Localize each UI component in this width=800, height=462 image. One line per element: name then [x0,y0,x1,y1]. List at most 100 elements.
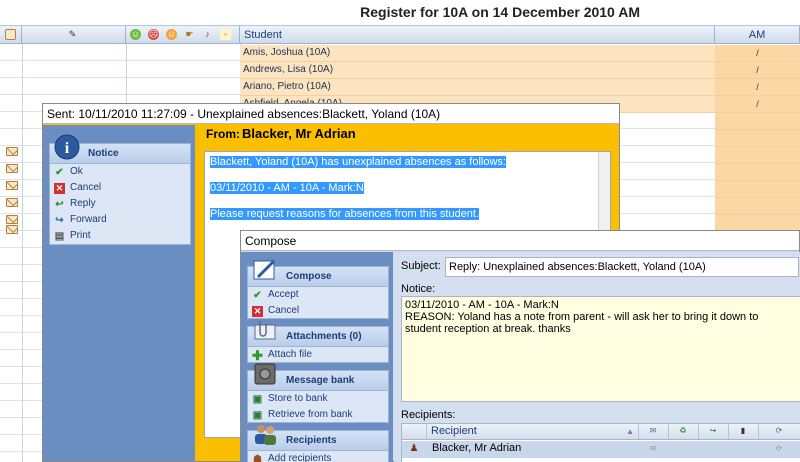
subject-field[interactable] [445,257,799,277]
recipients-panel-title: Recipients [286,435,337,446]
envelope-icon[interactable] [6,181,18,190]
envelope-icon [5,29,16,40]
compose-pen-icon [253,259,276,280]
refresh-icon: ⟳ [775,444,783,453]
cancel-icon: ✕ [252,306,263,317]
cancel-button[interactable]: ✕ Cancel [50,180,190,196]
attachments-panel-title: Attachments (0) [286,331,362,342]
notice-body-line: 03/11/2010 - AM - 10A - Mark:N [210,182,364,194]
check-icon: ✔ [253,290,262,301]
header-mark-col[interactable]: ✎ [22,26,126,44]
am-mark-cell[interactable]: / [715,45,800,62]
am-mark-cell[interactable]: / [715,62,800,79]
header-notice-col[interactable] [0,26,22,44]
recipients-panel: Recipients ☗ Add recipients [247,425,389,462]
envelope-icon[interactable] [6,225,18,234]
from-label: From: [206,127,240,141]
accept-button[interactable]: ✔ Accept [248,287,388,303]
cancel-label: Cancel [70,182,102,193]
envelope-icon: ✉ [649,444,657,453]
am-mark-cell[interactable] [715,130,800,147]
add-recipients-button[interactable]: ☗ Add recipients [248,451,388,462]
envelope-icon[interactable] [6,147,18,156]
add-recipients-label: Add recipients [268,453,332,462]
hand-icon[interactable]: ☛ [184,29,195,40]
happy-face-icon[interactable]: ☺ [130,29,141,40]
am-mark-cell[interactable]: / [715,79,800,96]
print-button[interactable]: ▤ Print [50,228,190,244]
message-bank-panel-header: Message bank [248,363,388,391]
recipients-grid: Recipient ▲ ✉ ♻ ↪ ▮ ⟳ ♟ Blacker, Mr Adri… [401,423,800,462]
recipients-panel-header: Recipients [248,425,388,451]
student-row[interactable]: Amis, Joshua (10A) [240,45,715,62]
retrieve-icon: ▣ [252,410,263,421]
cancel-icon: ✕ [54,183,65,194]
print-label: Print [70,230,91,241]
message-bank-panel: Message bank ▣ Store to bank ▣ Retrieve … [247,363,389,423]
recip-col[interactable]: ▮ [729,424,759,439]
people-icon [255,425,276,445]
header-am[interactable]: AM [715,26,800,44]
svg-text:i: i [65,140,70,157]
store-to-bank-label: Store to bank [268,393,328,404]
subject-label: Subject: [401,260,441,272]
notice-body-line: Please request reasons for absences from… [210,208,480,220]
am-mark-cell[interactable]: / [715,96,800,113]
forward-label: Forward [70,214,107,225]
retrieve-from-bank-label: Retrieve from bank [268,409,353,420]
neutral-face-icon[interactable]: ☺ [166,29,177,40]
am-mark-cell[interactable] [715,181,800,198]
recip-col[interactable]: ✉ [639,424,669,439]
compose-main: Subject: Notice: 03/11/2010 - AM - 10A -… [394,252,800,462]
person-icon: ♟ [409,443,419,454]
recipient-header-label: Recipient [431,425,477,437]
student-row[interactable]: Ariano, Pietro (10A) [240,79,715,96]
header-student[interactable]: Student [240,26,715,44]
compose-sidebar: Compose ✔ Accept ✕ Cancel Attachments (0… [241,252,393,462]
notice-window-title[interactable]: Sent: 10/11/2010 11:27:09 - Unexplained … [43,104,619,124]
compose-panel: Compose ✔ Accept ✕ Cancel [247,259,389,319]
reply-icon: ↪ [709,426,717,435]
recipient-column-header[interactable]: Recipient ▲ [427,424,639,439]
envelope-icon[interactable] [6,198,18,207]
ok-button[interactable]: ✔ Ok [50,164,190,180]
recipient-row[interactable]: ♟ Blacker, Mr Adrian ✉ ⟳ [402,441,800,458]
add-people-icon: ☗ [253,454,262,462]
store-to-bank-button[interactable]: ▣ Store to bank [248,391,388,407]
pen-icon: ✎ [68,29,77,39]
attachment-icon [254,321,276,340]
am-mark-cell[interactable] [715,198,800,215]
student-row[interactable]: Andrews, Lisa (10A) [240,62,715,79]
notice-panel: i Notice ✔ Ok ✕ Cancel ↩ Reply ↪ Forward [49,134,191,245]
register-header: ✎ ☺ ☹ ☺ ☛ ♪ ▫ Student AM [0,25,800,44]
forward-icon: ↪ [55,215,64,226]
reply-button[interactable]: ↩ Reply [50,196,190,212]
compose-panel-header: Compose [248,259,388,287]
recip-col[interactable]: ↪ [699,424,729,439]
forward-button[interactable]: ↪ Forward [50,212,190,228]
reply-label: Reply [70,198,96,209]
message-bank-panel-title: Message bank [286,375,355,386]
am-mark-cell[interactable] [715,164,800,181]
from-name: Blacker, Mr Adrian [242,126,356,141]
notice-label: Notice: [401,283,436,295]
am-mark-cell[interactable] [715,147,800,164]
note-icon[interactable]: ▫ [220,29,231,40]
compose-window-title[interactable]: Compose [241,231,799,251]
column-divider [22,44,23,462]
header-icon-cols: ☺ ☹ ☺ ☛ ♪ ▫ [126,26,240,44]
envelope-icon[interactable] [6,164,18,173]
recip-col[interactable]: ♻ [669,424,699,439]
notice-text-field[interactable]: 03/11/2010 - AM - 10A - Mark:N REASON: Y… [401,296,800,402]
music-note-icon[interactable]: ♪ [202,29,213,40]
trash-icon: ♻ [679,426,687,435]
refresh-icon: ⟳ [775,426,783,435]
am-mark-cell[interactable] [715,113,800,130]
safe-icon [254,363,276,385]
recip-col[interactable]: ⟳ [759,424,800,439]
notice-body-line: Blackett, Yoland (10A) has unexplained a… [210,156,506,168]
envelope-open-icon: ✉ [649,426,657,435]
sort-arrow-icon: ▲ [626,427,634,436]
sad-face-icon[interactable]: ☹ [148,29,159,40]
notice-sidebar: i Notice ✔ Ok ✕ Cancel ↩ Reply ↪ Forward [43,125,195,461]
